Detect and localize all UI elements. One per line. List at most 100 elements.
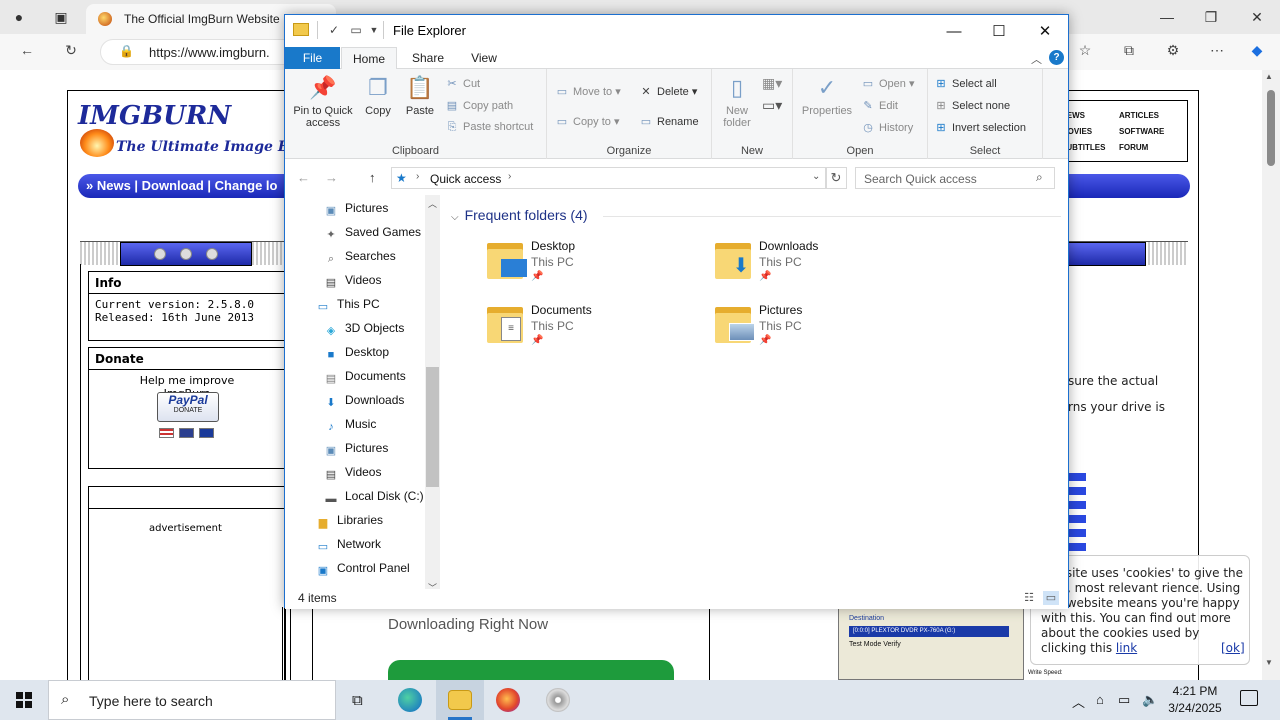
nav-item-desktop[interactable]: ■ Desktop: [323, 345, 389, 367]
forward-arrow-icon[interactable]: →: [325, 170, 338, 185]
nav-item-downloads[interactable]: ⬇ Downloads: [323, 393, 404, 415]
up-arrow-icon[interactable]: ↑: [369, 170, 376, 185]
nav-item-saved-games[interactable]: ✦ Saved Games: [323, 225, 421, 247]
explorer-minimize-button[interactable]: —: [931, 19, 977, 45]
easy-access-icon[interactable]: ▭▾: [762, 97, 782, 114]
explorer-title-bar[interactable]: ✓ ▭ ▼ File Explorer — ☐ ✕: [285, 15, 1068, 47]
address-dropdown-icon[interactable]: ⌄: [812, 171, 820, 182]
url-field[interactable]: 🔒 https://www.imgburn.: [100, 39, 300, 65]
tab-actions-icon[interactable]: ▣: [50, 6, 72, 28]
explorer-close-button[interactable]: ✕: [1022, 19, 1068, 45]
tab-home[interactable]: Home: [341, 47, 397, 70]
paypal-donate-button[interactable]: PayPal DONATE: [157, 392, 219, 422]
cut-button[interactable]: ✂ Cut: [445, 77, 480, 90]
nav-item-libraries[interactable]: ▆ Libraries: [315, 513, 383, 535]
frequent-folders-header[interactable]: ⌵ Frequent folders (4): [451, 207, 588, 223]
network-icon[interactable]: ▭: [1118, 692, 1130, 708]
explorer-taskbar-button[interactable]: [436, 680, 484, 720]
paste-shortcut-button[interactable]: ⎘ Paste shortcut: [445, 121, 534, 134]
back-icon[interactable]: ←: [16, 42, 38, 64]
tab-file[interactable]: File: [285, 47, 340, 69]
folder-downloads[interactable]: ⬇ Downloads This PC 📌: [713, 235, 913, 291]
cookie-ok-button[interactable]: [ok]: [1221, 641, 1245, 655]
rename-button[interactable]: ▭ Rename: [639, 115, 699, 128]
articles-link[interactable]: ARTICLES: [1119, 111, 1159, 120]
select-none-button[interactable]: ⊞ Select none: [934, 99, 1010, 112]
back-arrow-icon[interactable]: ←: [297, 170, 310, 185]
start-button[interactable]: [0, 680, 48, 720]
folder-desktop[interactable]: Desktop This PC 📌: [485, 235, 685, 291]
edit-button[interactable]: ✎ Edit: [861, 99, 898, 112]
paste-button[interactable]: 📋 Paste: [401, 73, 439, 117]
folder-documents[interactable]: ≡ Documents This PC 📌: [485, 299, 685, 355]
nav-item-this-pc[interactable]: ▭ This PC: [315, 297, 380, 319]
browser-restore-button[interactable]: ❐: [1188, 6, 1234, 28]
move-to-button[interactable]: ▭ Move to ▾: [555, 85, 621, 98]
forum-link[interactable]: FORUM: [1119, 143, 1148, 152]
nav-item-pictures-2[interactable]: ▣ Pictures: [323, 441, 389, 463]
software-link[interactable]: SOFTWARE: [1119, 127, 1164, 136]
new-folder-button[interactable]: ▯ New folder: [716, 73, 758, 129]
address-bar[interactable]: ★ › Quick access › ⌄: [391, 167, 827, 189]
nav-item-music[interactable]: ♪ Music: [323, 417, 376, 439]
nav-item-searches[interactable]: ⌕ Searches: [323, 249, 396, 271]
clock-date[interactable]: 3/24/2025: [1150, 701, 1240, 715]
large-icons-view-icon[interactable]: ▭: [1043, 591, 1059, 605]
open-button[interactable]: ▭ Open ▾: [861, 77, 915, 90]
history-button[interactable]: ◷ History: [861, 121, 913, 134]
clock-time[interactable]: 4:21 PM: [1150, 684, 1240, 698]
notification-icon[interactable]: [1240, 690, 1258, 706]
collections-icon[interactable]: ⧉: [1118, 42, 1140, 64]
tab-view[interactable]: View: [459, 47, 509, 69]
copy-button[interactable]: ❐ Copy: [359, 73, 397, 117]
scroll-up-icon[interactable]: ︿: [428, 197, 437, 210]
folder-pictures[interactable]: Pictures This PC 📌: [713, 299, 913, 355]
pin-quick-access-button[interactable]: 📌 Pin to Quick access: [289, 73, 357, 129]
breadcrumb-chevron-icon[interactable]: ›: [416, 171, 419, 182]
refresh-icon[interactable]: ↻: [60, 42, 82, 64]
favorites-star-icon[interactable]: ☆: [1074, 42, 1096, 64]
explorer-maximize-button[interactable]: ☐: [976, 19, 1022, 45]
uk-flag-icon[interactable]: [179, 428, 194, 438]
show-hidden-icons-icon[interactable]: ︿: [1072, 692, 1085, 711]
properties-qa-icon[interactable]: ✓: [327, 23, 341, 39]
cookie-link[interactable]: link: [1116, 641, 1137, 655]
firefox-taskbar-button[interactable]: [484, 680, 532, 720]
help-icon[interactable]: ?: [1049, 50, 1064, 65]
select-all-button[interactable]: ⊞ Select all: [934, 77, 996, 90]
tab-share[interactable]: Share: [403, 47, 453, 69]
customize-qa-icon[interactable]: ▼: [367, 25, 381, 41]
edge-taskbar-button[interactable]: [386, 680, 434, 720]
device-icon[interactable]: ⌂: [1096, 692, 1104, 707]
nav-item-pictures[interactable]: ▣ Pictures: [323, 201, 389, 223]
nav-item-local-disk[interactable]: ▬ Local Disk (C:): [323, 489, 424, 511]
imgburn-taskbar-button[interactable]: [534, 680, 582, 720]
scroll-up-icon[interactable]: ▲: [1265, 72, 1273, 81]
nav-item-3d-objects[interactable]: ◈ 3D Objects: [323, 321, 405, 343]
nav-item-documents[interactable]: ▤ Documents: [323, 369, 406, 391]
delete-button[interactable]: ✕ Delete ▾: [639, 85, 697, 98]
imgburn-logo[interactable]: IMGBURN The Ultimate Image Bur: [78, 101, 307, 161]
scrollbar-thumb[interactable]: [1267, 90, 1275, 166]
breadcrumb-chevron-icon[interactable]: ›: [508, 171, 511, 182]
nav-item-videos[interactable]: ▤ Videos: [323, 273, 382, 295]
search-input[interactable]: Search Quick access ⌕: [855, 167, 1055, 189]
refresh-button[interactable]: ↻: [825, 167, 847, 189]
nav-item-network[interactable]: ▭ Network: [315, 537, 381, 559]
taskbar-search-input[interactable]: ⌕ Type here to search: [48, 680, 336, 720]
more-icon[interactable]: ⋯: [1206, 42, 1228, 64]
ribbon-collapse-icon[interactable]: ︿: [1031, 51, 1042, 67]
scrollbar-thumb[interactable]: [426, 367, 439, 487]
profile-icon[interactable]: ●: [8, 6, 30, 28]
copy-path-button[interactable]: ▤ Copy path: [445, 99, 513, 112]
nav-item-videos-2[interactable]: ▤ Videos: [323, 465, 382, 487]
page-scrollbar[interactable]: ▲ ▼: [1262, 70, 1280, 680]
extensions-icon[interactable]: ⚙: [1162, 42, 1184, 64]
browser-close-button[interactable]: ✕: [1234, 6, 1280, 28]
eu-flag-icon[interactable]: [199, 428, 214, 438]
new-folder-qa-icon[interactable]: ▭: [349, 23, 363, 39]
invert-selection-button[interactable]: ⊞ Invert selection: [934, 121, 1026, 134]
imgburn-screenshot-image[interactable]: Destination [0:0:0] PLEXTOR DVDR PX-760A…: [838, 606, 1024, 680]
site-nav-links[interactable]: » News | Download | Change lo: [86, 178, 277, 193]
scroll-down-icon[interactable]: ▼: [1265, 658, 1273, 667]
